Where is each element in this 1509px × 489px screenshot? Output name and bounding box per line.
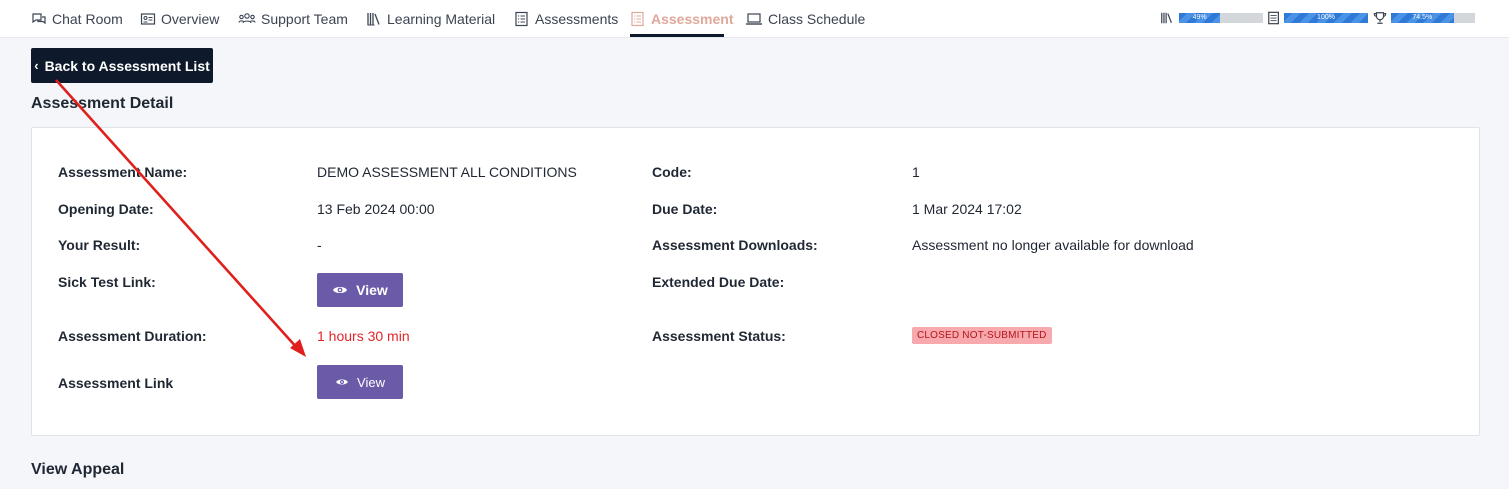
assessment-link-label: Assessment Link [58,375,174,391]
tab-label: Assessment [651,10,734,27]
tab-support-team[interactable]: Support Team [238,0,348,37]
sick-test-link-label: Sick Test Link: [58,274,156,290]
your-result-label: Your Result: [58,237,141,253]
view-button-label: View [356,282,388,298]
opening-date-value: 13 Feb 2024 00:00 [317,201,435,217]
opening-date-label: Opening Date: [58,201,154,217]
tab-class-schedule[interactable]: Class Schedule [745,0,865,37]
progress-bar-assessments: 100% [1284,13,1368,23]
back-button-label: Back to Assessment List [44,57,210,74]
team-icon [238,11,256,27]
chat-icon [31,11,47,27]
tab-label: Assessments [535,10,619,27]
eye-icon [332,284,348,296]
code-label: Code: [652,164,692,180]
assessment-link-view-button[interactable]: View [317,365,403,399]
assessment-name-label: Assessment Name: [58,164,188,180]
tab-label: Learning Material [387,10,496,27]
back-to-assessment-list-button[interactable]: ‹ Back to Assessment List [31,48,213,83]
sick-test-view-button[interactable]: View [317,273,403,307]
list-icon [630,11,646,27]
tab-learning-material[interactable]: Learning Material [366,0,495,37]
assessment-downloads-value: Assessment no longer available for downl… [912,237,1194,253]
top-nav: Chat Room Overview Support Team Learning… [0,0,1509,38]
list-icon [514,11,530,27]
tab-assessment[interactable]: Assessment [630,0,734,37]
books-icon [1160,11,1174,25]
progress-bar-achievement: 74.5% [1391,13,1475,23]
tab-assessments[interactable]: Assessments [514,0,618,37]
section-title-view-appeal: View Appeal [31,461,125,478]
id-card-icon [140,11,156,27]
progress-label: 100% [1317,14,1335,21]
assessment-status-label: Assessment Status: [652,328,786,344]
your-result-value: - [317,237,322,253]
tab-label: Class Schedule [768,10,866,27]
due-date-label: Due Date: [652,201,718,217]
progress-label: 74.5% [1412,14,1433,21]
view-button-label: View [357,374,385,390]
tab-chat-room[interactable]: Chat Room [31,0,123,37]
eye-icon [335,377,349,387]
progress-bar-learning: 49% [1179,13,1263,23]
due-date-value: 1 Mar 2024 17:02 [912,201,1022,217]
status-badge: CLOSED NOT-SUBMITTED [912,327,1052,344]
trophy-icon [1373,11,1387,25]
extended-due-date-label: Extended Due Date: [652,274,785,290]
books-icon [366,11,382,27]
tab-label: Chat Room [52,10,123,27]
laptop-icon [745,11,763,27]
assessment-name-value: DEMO ASSESSMENT ALL CONDITIONS [317,164,577,180]
assessment-duration-value: 1 hours 30 min [317,328,410,344]
progress-label: 49% [1192,14,1207,21]
list-icon [1267,11,1281,25]
chevron-left-icon: ‹ [34,58,39,73]
assessment-downloads-label: Assessment Downloads: [652,237,818,253]
tab-label: Overview [161,10,220,27]
tab-overview[interactable]: Overview [140,0,219,37]
section-title-assessment-detail: Assessment Detail [31,95,174,112]
assessment-detail-card: Assessment Name: DEMO ASSESSMENT ALL CON… [31,127,1480,436]
assessment-duration-label: Assessment Duration: [58,328,207,344]
code-value: 1 [912,164,920,180]
tab-label: Support Team [261,10,348,27]
